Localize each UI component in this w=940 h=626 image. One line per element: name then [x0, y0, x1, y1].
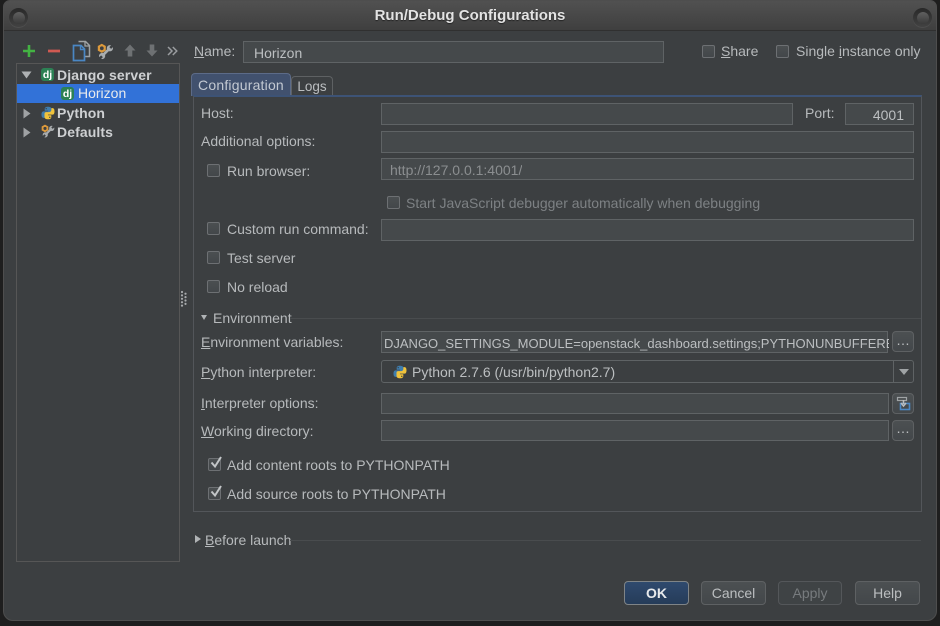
svg-text:dj: dj [63, 88, 72, 100]
svg-text:dj: dj [43, 69, 52, 81]
